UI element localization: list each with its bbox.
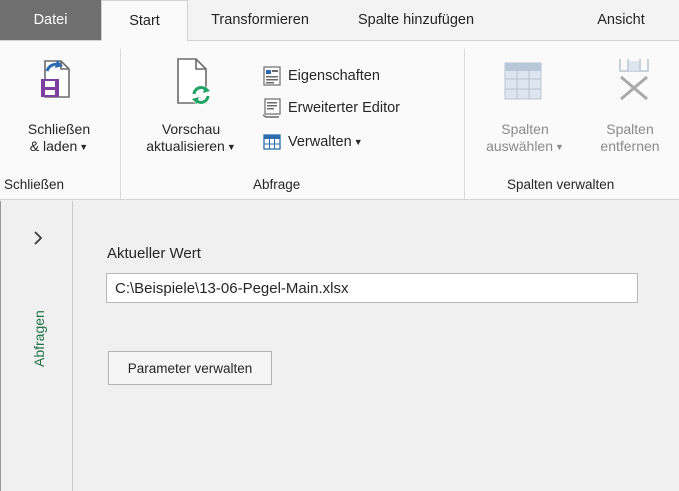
manage-button[interactable]: Verwalten ▼: [262, 131, 363, 153]
choose-columns-label-1: Spalten: [501, 121, 549, 137]
tab-transform[interactable]: Transformieren: [196, 0, 324, 40]
remove-columns-button[interactable]: Spalten entfernen: [578, 51, 679, 171]
tab-file[interactable]: Datei: [0, 0, 101, 40]
group-label-close: Schließen: [4, 177, 65, 192]
chevron-down-icon: ▼: [226, 142, 236, 152]
close-load-icon: [41, 60, 70, 98]
close-load-button[interactable]: Schließen & laden ▼: [0, 51, 118, 171]
close-load-label-1: Schließen: [27, 121, 91, 137]
properties-button[interactable]: Eigenschaften: [262, 65, 380, 87]
advanced-editor-label: Erweiterter Editor: [288, 100, 401, 116]
queries-pane-label[interactable]: Abfragen: [31, 310, 47, 367]
main-content: Abfragen Aktueller Wert Parameter verwal…: [0, 201, 679, 491]
properties-icon: [263, 66, 281, 86]
table-icon: [263, 134, 281, 150]
manage-label: Verwalten: [288, 134, 352, 150]
refresh-preview-button[interactable]: Vorschau aktualisieren ▼: [124, 51, 258, 171]
chevron-down-icon: ▼: [353, 137, 363, 147]
group-label-manage-columns: Spalten verwalten: [507, 177, 615, 192]
chevron-down-icon: ▼: [79, 142, 89, 152]
group-label-query: Abfrage: [253, 177, 301, 192]
choose-columns-label-2: auswählen: [486, 138, 553, 154]
chevron-right-icon[interactable]: [32, 231, 44, 245]
remove-columns-icon: [619, 59, 649, 101]
tab-add-column[interactable]: Spalte hinzufügen: [334, 0, 498, 40]
group-separator: [120, 49, 121, 199]
chevron-down-icon: ▼: [555, 142, 564, 152]
choose-columns-button[interactable]: Spalten auswählen ▼: [470, 51, 580, 171]
remove-columns-label-2: entfernen: [600, 138, 660, 154]
properties-label: Eigenschaften: [288, 68, 380, 84]
manage-parameter-button[interactable]: Parameter verwalten: [108, 351, 272, 385]
current-value-input[interactable]: [106, 273, 638, 303]
close-load-label-2: & laden: [29, 138, 78, 154]
tab-home[interactable]: Start: [101, 0, 188, 41]
current-value-label: Aktueller Wert: [107, 245, 201, 262]
group-separator: [464, 49, 465, 199]
refresh-preview-label-2: aktualisieren: [146, 138, 225, 154]
advanced-editor-button[interactable]: Erweiterter Editor: [262, 97, 400, 119]
queries-pane: Abfragen: [0, 201, 73, 491]
choose-columns-icon: [504, 62, 542, 100]
refresh-preview-label-1: Vorschau: [161, 121, 221, 137]
ribbon-tab-bar: Datei Start Transformieren Spalte hinzuf…: [0, 0, 679, 41]
remove-columns-label-1: Spalten: [606, 121, 654, 137]
ribbon: Schließen & laden ▼ Schließen Vorschau ak…: [0, 40, 679, 200]
refresh-preview-icon: [177, 58, 211, 105]
tab-view[interactable]: Ansicht: [576, 0, 666, 40]
advanced-editor-icon: [262, 98, 281, 118]
